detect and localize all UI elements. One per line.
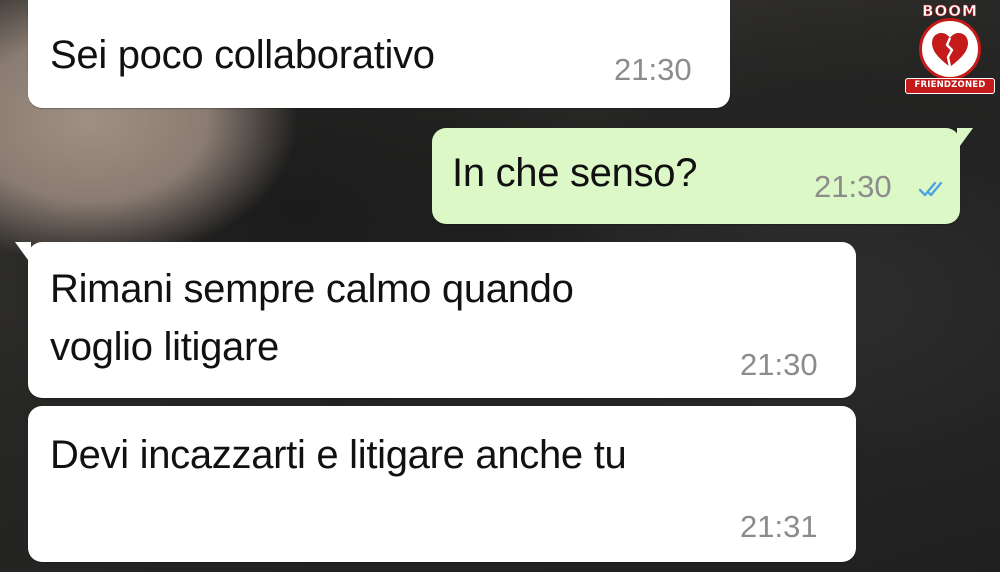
bubble-tail <box>957 128 973 150</box>
logo-banner-text: FRIENDZONED <box>905 78 995 94</box>
message-bubble-incoming[interactable]: Sei poco collaborativo 21:30 <box>28 0 730 108</box>
bubble-tail <box>15 242 31 264</box>
message-timestamp: 21:30 <box>740 347 818 382</box>
read-double-check-icon <box>918 181 943 197</box>
message-text-line: Rimani sempre calmo quando <box>50 267 574 311</box>
message-timestamp: 21:30 <box>814 169 892 204</box>
message-bubble-incoming[interactable]: Rimani sempre calmo quando voglio litiga… <box>15 242 856 398</box>
message-text: Devi incazzarti e litigare anche tu <box>50 433 627 477</box>
message-text: Sei poco collaborativo <box>50 33 435 77</box>
message-bubble-outgoing[interactable]: In che senso? 21:30 <box>432 128 973 224</box>
broken-heart-icon <box>932 33 968 68</box>
message-timestamp: 21:31 <box>740 509 818 544</box>
message-text-line: voglio litigare <box>50 325 279 369</box>
logo-badge <box>919 18 981 80</box>
boom-friendzoned-logo: BOOM FRIENDZONED <box>905 2 995 98</box>
message-timestamp: 21:30 <box>614 52 692 87</box>
message-bubble-incoming[interactable]: Devi incazzarti e litigare anche tu 21:3… <box>28 406 856 562</box>
message-text: In che senso? <box>452 151 698 195</box>
